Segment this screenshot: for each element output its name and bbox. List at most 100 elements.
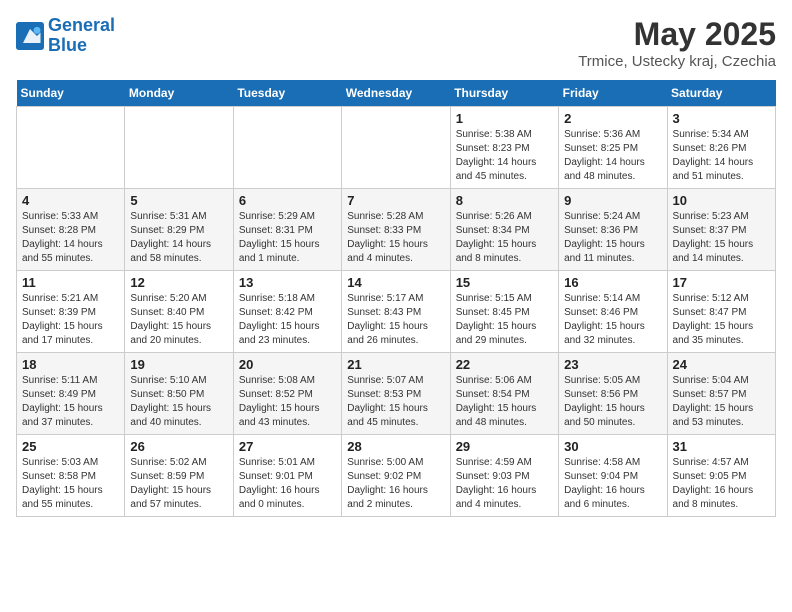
day-info: Sunrise: 5:15 AM Sunset: 8:45 PM Dayligh… <box>456 292 553 348</box>
day-number: 9 <box>564 193 661 208</box>
day-number: 23 <box>564 357 661 372</box>
calendar-cell <box>233 107 341 189</box>
day-number: 18 <box>22 357 119 372</box>
day-info: Sunrise: 5:03 AM Sunset: 8:58 PM Dayligh… <box>22 456 119 512</box>
day-number: 24 <box>673 357 770 372</box>
day-info: Sunrise: 5:23 AM Sunset: 8:37 PM Dayligh… <box>673 210 770 266</box>
calendar-cell: 6 Sunrise: 5:29 AM Sunset: 8:31 PM Daylig… <box>233 189 341 271</box>
day-number: 29 <box>456 439 553 454</box>
day-number: 10 <box>673 193 770 208</box>
calendar-cell: 12 Sunrise: 5:20 AM Sunset: 8:40 PM Dayli… <box>125 271 233 353</box>
calendar-cell: 16Sunrise: 5:14 AM Sunset: 8:46 PM Dayli… <box>559 271 667 353</box>
calendar-cell: 17 Sunrise: 5:12 AM Sunset: 8:47 PM Dayli… <box>667 271 775 353</box>
day-info: Sunrise: 5:01 AM Sunset: 9:01 PM Dayligh… <box>239 456 336 512</box>
logo-line2: Blue <box>48 35 87 55</box>
day-number: 8 <box>456 193 553 208</box>
weekday-header-saturday: Saturday <box>667 80 775 107</box>
calendar-cell: 30 Sunrise: 4:58 AM Sunset: 9:04 PM Dayli… <box>559 435 667 517</box>
calendar-table: SundayMondayTuesdayWednesdayThursdayFrid… <box>16 80 776 517</box>
title-area: May 2025 Trmice, Ustecky kraj, Czechia <box>578 16 776 70</box>
day-number: 27 <box>239 439 336 454</box>
logo-line1: General <box>48 15 115 35</box>
weekday-header-friday: Friday <box>559 80 667 107</box>
day-info: Sunrise: 5:34 AM Sunset: 8:26 PM Dayligh… <box>673 128 770 184</box>
calendar-cell: 23 Sunrise: 5:05 AM Sunset: 8:56 PM Dayli… <box>559 353 667 435</box>
day-number: 16 <box>564 275 661 290</box>
calendar-cell: 11Sunrise: 5:21 AM Sunset: 8:39 PM Dayli… <box>17 271 125 353</box>
calendar-cell: 21 Sunrise: 5:07 AM Sunset: 8:53 PM Dayli… <box>342 353 450 435</box>
day-info: Sunrise: 5:18 AM Sunset: 8:42 PM Dayligh… <box>239 292 336 348</box>
day-number: 15 <box>456 275 553 290</box>
day-number: 31 <box>673 439 770 454</box>
day-number: 30 <box>564 439 661 454</box>
calendar-cell: 25 Sunrise: 5:03 AM Sunset: 8:58 PM Dayli… <box>17 435 125 517</box>
month-title: May 2025 <box>578 16 776 53</box>
day-number: 19 <box>130 357 227 372</box>
calendar-week-row: 1Sunrise: 5:38 AM Sunset: 8:23 PM Daylig… <box>17 107 776 189</box>
day-info: Sunrise: 5:33 AM Sunset: 8:28 PM Dayligh… <box>22 210 119 266</box>
day-info: Sunrise: 5:20 AM Sunset: 8:40 PM Dayligh… <box>130 292 227 348</box>
calendar-cell: 10 Sunrise: 5:23 AM Sunset: 8:37 PM Dayli… <box>667 189 775 271</box>
day-info: Sunrise: 5:07 AM Sunset: 8:53 PM Dayligh… <box>347 374 444 430</box>
weekday-header-tuesday: Tuesday <box>233 80 341 107</box>
calendar-week-row: 25 Sunrise: 5:03 AM Sunset: 8:58 PM Dayli… <box>17 435 776 517</box>
day-number: 2 <box>564 111 661 126</box>
calendar-cell: 9Sunrise: 5:24 AM Sunset: 8:36 PM Daylig… <box>559 189 667 271</box>
logo: General Blue <box>16 16 115 56</box>
calendar-week-row: 18 Sunrise: 5:11 AM Sunset: 8:49 PM Dayli… <box>17 353 776 435</box>
day-info: Sunrise: 4:59 AM Sunset: 9:03 PM Dayligh… <box>456 456 553 512</box>
calendar-cell: 19 Sunrise: 5:10 AM Sunset: 8:50 PM Dayli… <box>125 353 233 435</box>
day-info: Sunrise: 5:29 AM Sunset: 8:31 PM Dayligh… <box>239 210 336 266</box>
weekday-header-thursday: Thursday <box>450 80 558 107</box>
calendar-cell: 7Sunrise: 5:28 AM Sunset: 8:33 PM Daylig… <box>342 189 450 271</box>
calendar-cell: 27 Sunrise: 5:01 AM Sunset: 9:01 PM Dayli… <box>233 435 341 517</box>
day-info: Sunrise: 5:05 AM Sunset: 8:56 PM Dayligh… <box>564 374 661 430</box>
calendar-cell: 22 Sunrise: 5:06 AM Sunset: 8:54 PM Dayli… <box>450 353 558 435</box>
calendar-cell: 20Sunrise: 5:08 AM Sunset: 8:52 PM Dayli… <box>233 353 341 435</box>
day-number: 5 <box>130 193 227 208</box>
weekday-header-sunday: Sunday <box>17 80 125 107</box>
logo-icon <box>16 22 44 50</box>
day-info: Sunrise: 5:21 AM Sunset: 8:39 PM Dayligh… <box>22 292 119 348</box>
day-number: 14 <box>347 275 444 290</box>
day-number: 17 <box>673 275 770 290</box>
location: Trmice, Ustecky kraj, Czechia <box>578 53 776 70</box>
day-info: Sunrise: 5:28 AM Sunset: 8:33 PM Dayligh… <box>347 210 444 266</box>
calendar-cell: 4Sunrise: 5:33 AM Sunset: 8:28 PM Daylig… <box>17 189 125 271</box>
day-number: 13 <box>239 275 336 290</box>
day-number: 21 <box>347 357 444 372</box>
calendar-cell: 1Sunrise: 5:38 AM Sunset: 8:23 PM Daylig… <box>450 107 558 189</box>
day-info: Sunrise: 4:58 AM Sunset: 9:04 PM Dayligh… <box>564 456 661 512</box>
calendar-cell: 18 Sunrise: 5:11 AM Sunset: 8:49 PM Dayli… <box>17 353 125 435</box>
calendar-cell <box>17 107 125 189</box>
calendar-week-row: 4Sunrise: 5:33 AM Sunset: 8:28 PM Daylig… <box>17 189 776 271</box>
day-info: Sunrise: 5:06 AM Sunset: 8:54 PM Dayligh… <box>456 374 553 430</box>
day-info: Sunrise: 5:17 AM Sunset: 8:43 PM Dayligh… <box>347 292 444 348</box>
calendar-week-row: 11Sunrise: 5:21 AM Sunset: 8:39 PM Dayli… <box>17 271 776 353</box>
day-number: 1 <box>456 111 553 126</box>
weekday-header-wednesday: Wednesday <box>342 80 450 107</box>
calendar-cell: 28Sunrise: 5:00 AM Sunset: 9:02 PM Dayli… <box>342 435 450 517</box>
calendar-cell: 24Sunrise: 5:04 AM Sunset: 8:57 PM Dayli… <box>667 353 775 435</box>
day-info: Sunrise: 5:11 AM Sunset: 8:49 PM Dayligh… <box>22 374 119 430</box>
calendar-cell: 5Sunrise: 5:31 AM Sunset: 8:29 PM Daylig… <box>125 189 233 271</box>
day-info: Sunrise: 4:57 AM Sunset: 9:05 PM Dayligh… <box>673 456 770 512</box>
weekday-header-monday: Monday <box>125 80 233 107</box>
day-number: 22 <box>456 357 553 372</box>
day-number: 3 <box>673 111 770 126</box>
day-number: 20 <box>239 357 336 372</box>
calendar-cell <box>342 107 450 189</box>
day-number: 26 <box>130 439 227 454</box>
day-info: Sunrise: 5:10 AM Sunset: 8:50 PM Dayligh… <box>130 374 227 430</box>
day-number: 25 <box>22 439 119 454</box>
logo-text: General Blue <box>48 16 115 56</box>
calendar-cell: 31 Sunrise: 4:57 AM Sunset: 9:05 PM Dayli… <box>667 435 775 517</box>
calendar-cell <box>125 107 233 189</box>
calendar-cell: 13 Sunrise: 5:18 AM Sunset: 8:42 PM Dayli… <box>233 271 341 353</box>
day-info: Sunrise: 5:12 AM Sunset: 8:47 PM Dayligh… <box>673 292 770 348</box>
calendar-cell: 26Sunrise: 5:02 AM Sunset: 8:59 PM Dayli… <box>125 435 233 517</box>
day-info: Sunrise: 5:26 AM Sunset: 8:34 PM Dayligh… <box>456 210 553 266</box>
day-number: 12 <box>130 275 227 290</box>
page-header: General Blue May 2025 Trmice, Ustecky kr… <box>16 16 776 70</box>
day-number: 6 <box>239 193 336 208</box>
